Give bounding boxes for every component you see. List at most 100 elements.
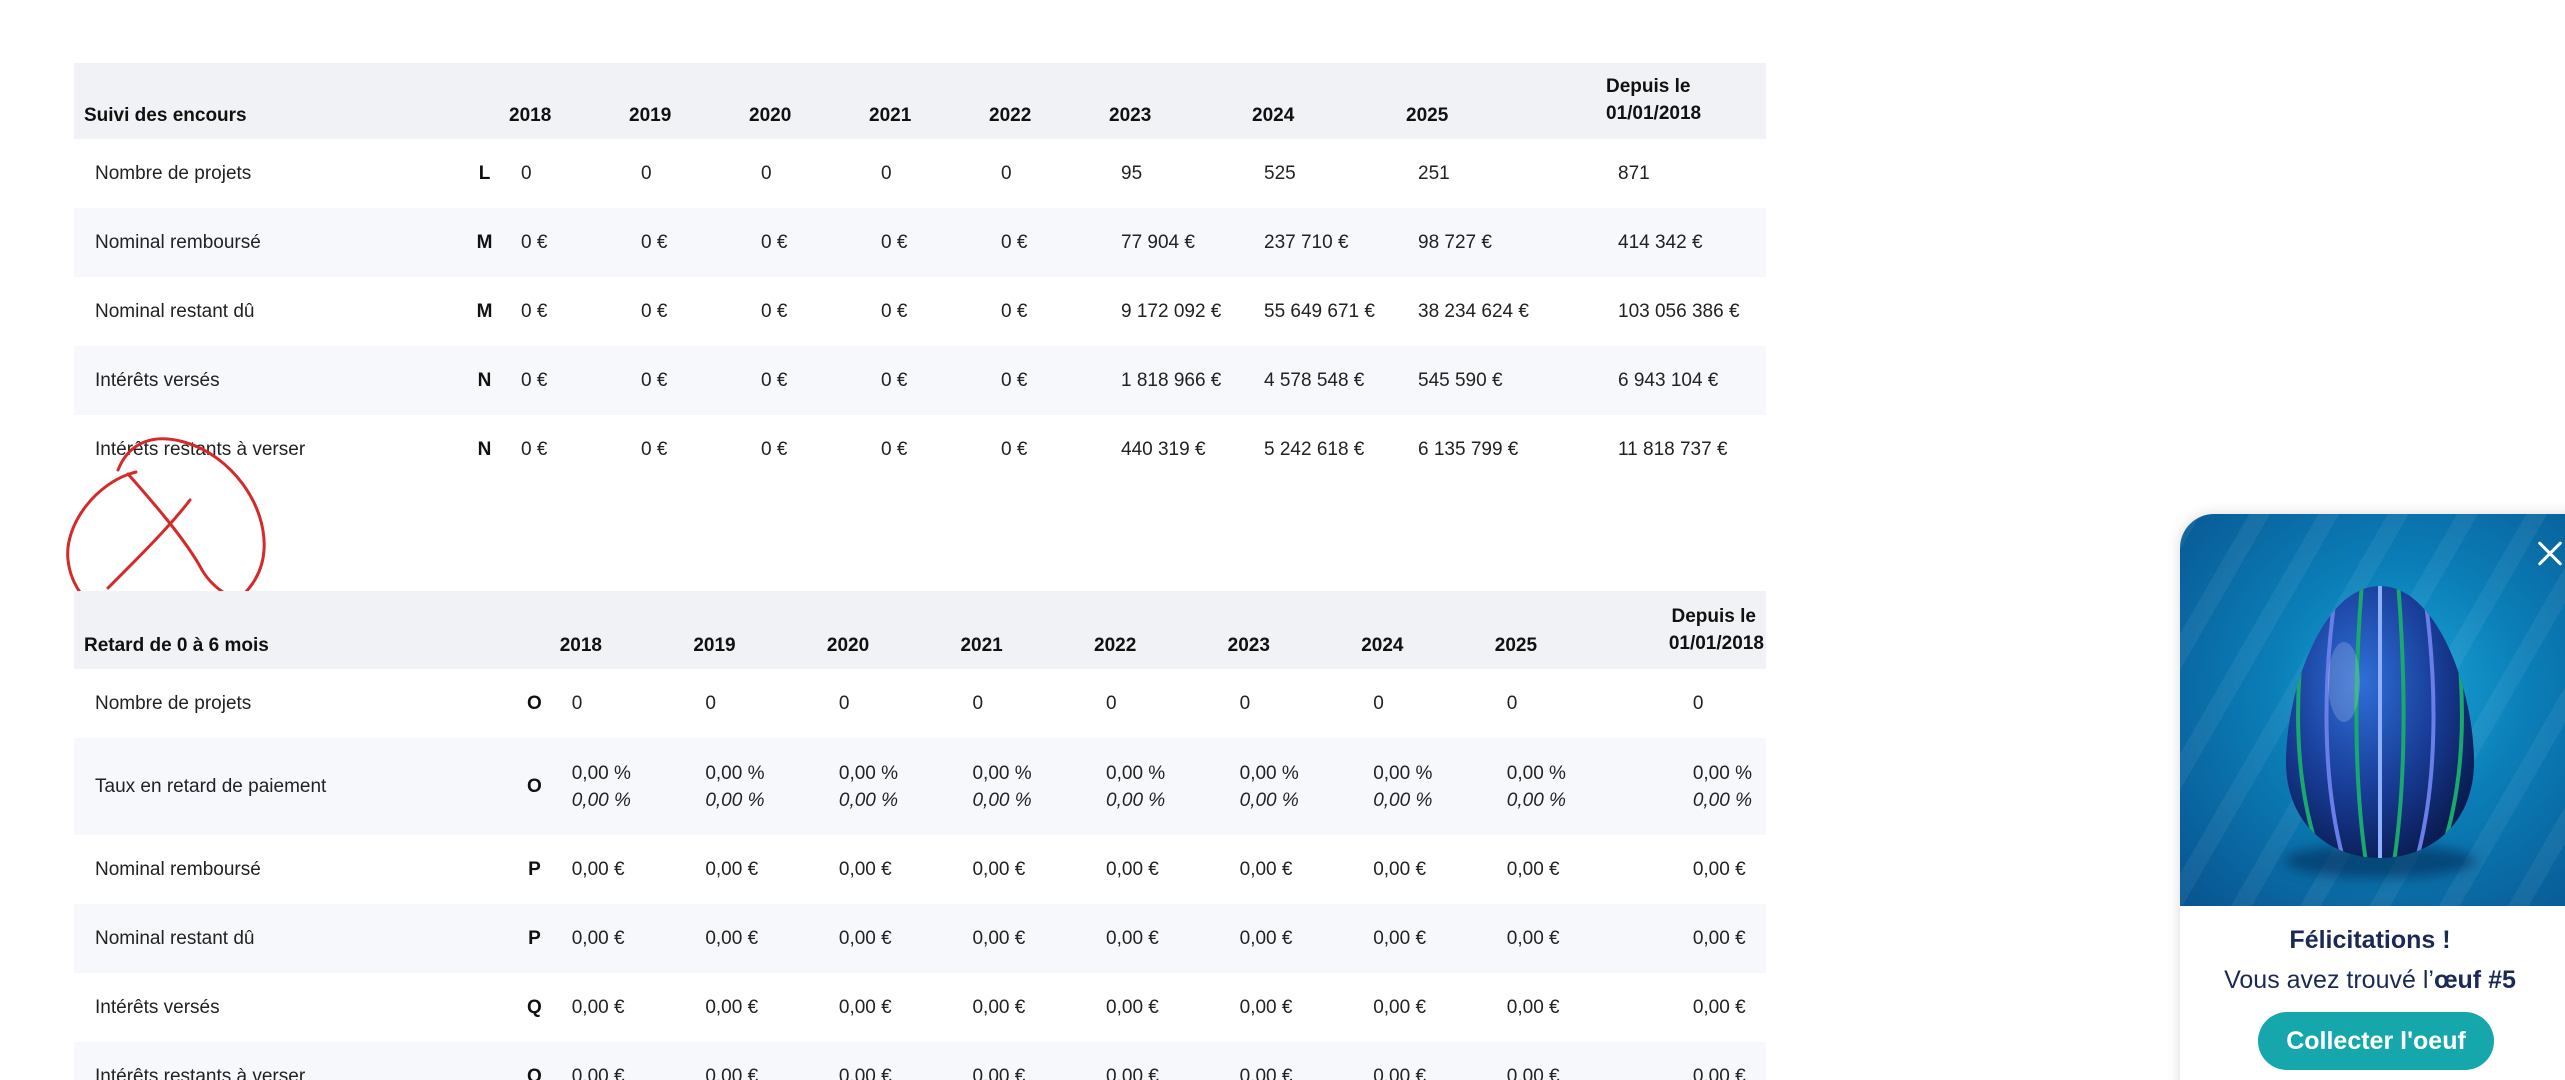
rate-value: 0,00 %	[1373, 762, 1433, 784]
row-label: Nominal remboursé	[95, 231, 261, 253]
since-label: Depuis le	[1606, 76, 1691, 97]
cell-value: 0	[705, 692, 716, 714]
cell-value: 0	[641, 162, 652, 184]
cell-value: 5 242 618 €	[1264, 438, 1365, 460]
table-row: Intérêts versés N 0 € 0 € 0 € 0 € 0 € 1 818 966…	[74, 346, 1766, 415]
table-row: Nominal restant dû M 0 € 0 € 0 € 0 € 0 € 9 172 …	[74, 277, 1766, 346]
year-header: 2024	[1361, 635, 1404, 656]
since-header: Depuis le 01/01/2018	[1606, 63, 1766, 139]
rate-value: 0,00 %	[1239, 762, 1299, 784]
cell-value: 0,00 €	[1692, 927, 1746, 949]
row-code: Q	[527, 1065, 542, 1080]
since-date: 01/01/2018	[1606, 103, 1702, 124]
row-code: P	[528, 858, 541, 880]
cell-value: 77 904 €	[1121, 231, 1195, 253]
cell-value: 0 €	[761, 231, 788, 253]
row-code: L	[478, 162, 491, 184]
cell-value: 0 €	[881, 369, 908, 391]
table-row: Taux en retard de paiement O 0,00 % 0,00 % 0…	[74, 738, 1766, 835]
cell-value: 0 €	[521, 369, 548, 391]
rate-value: 0,00 %	[571, 762, 631, 784]
table-title: Retard de 0 à 6 mois	[84, 635, 269, 656]
cell-value: 0 €	[761, 300, 788, 322]
cell-value: 11 818 737 €	[1618, 438, 1728, 460]
cell-value: 414 342 €	[1618, 231, 1703, 253]
cell-rate: 0,00 % 0,00 %	[1495, 738, 1669, 835]
cell-value: 0	[1001, 162, 1012, 184]
cell-value: 0 €	[641, 231, 668, 253]
cell-value: 237 710 €	[1264, 231, 1349, 253]
cell-value: 0,00 €	[1106, 1065, 1159, 1080]
table-row: Nominal remboursé P 0,00 € 0,00 € 0,00 € 0,00…	[74, 835, 1766, 904]
rate-value: 0,00 %	[1506, 762, 1566, 784]
rate-value-italic: 0,00 %	[1692, 789, 1752, 811]
cell-value: 0,00 €	[1239, 858, 1293, 880]
year-header: 2020	[826, 635, 870, 656]
cell-value: 525	[1264, 162, 1296, 184]
cell-value: 0,00 €	[705, 996, 759, 1018]
cell-value: 0 €	[641, 438, 668, 460]
cell-value: 0,00 €	[972, 927, 1026, 949]
rate-value-italic: 0,00 %	[705, 789, 765, 811]
cell-value: 0 €	[881, 231, 908, 253]
row-code: N	[477, 438, 492, 460]
row-label: Nominal restant dû	[95, 300, 255, 322]
table-row: Intérêts restants à verser N 0 € 0 € 0 € 0 € 0…	[74, 415, 1766, 484]
cell-value: 0	[761, 162, 772, 184]
row-code: O	[527, 775, 542, 797]
row-label: Nominal restant dû	[95, 927, 255, 949]
cell-value: 0,00 €	[1692, 996, 1746, 1018]
cell-value: 98 727 €	[1418, 231, 1492, 253]
cell-value: 55 649 671 €	[1264, 300, 1375, 322]
cell-value: 9 172 092 €	[1121, 300, 1222, 322]
cell-value: 0 €	[521, 438, 548, 460]
cell-value: 6 943 104 €	[1618, 369, 1719, 391]
cell-value: 0,00 €	[705, 858, 759, 880]
popup-banner	[2180, 514, 2565, 906]
cell-value: 0	[1373, 692, 1384, 714]
cell-value: 0,00 €	[705, 927, 759, 949]
table-row: Nombre de projets O 0 0 0 0 0 0 0 0 0	[74, 669, 1766, 738]
cell-value: 0 €	[521, 300, 548, 322]
row-label: Nominal remboursé	[95, 858, 261, 880]
cell-rate: 0,00 % 0,00 %	[1094, 738, 1228, 835]
cell-value: 0 €	[1001, 438, 1028, 460]
cell-value: 0,00 €	[1373, 1065, 1427, 1080]
collect-egg-button[interactable]: Collecter l'oeuf	[2258, 1012, 2494, 1070]
popup-subtitle-egg: œuf #5	[2433, 966, 2516, 994]
cell-value: 0 €	[881, 438, 908, 460]
rate-value: 0,00 %	[1106, 762, 1166, 784]
cell-rate: 0,00 % 0,00 %	[1228, 738, 1362, 835]
cell-value: 0 €	[1001, 369, 1028, 391]
cell-value: 0	[521, 162, 532, 184]
row-label: Taux en retard de paiement	[95, 775, 327, 797]
popup-title: Félicitations !	[2289, 926, 2451, 954]
cell-value: 0 €	[1001, 231, 1028, 253]
easter-egg-icon	[2286, 586, 2474, 858]
cell-value: 440 319 €	[1121, 438, 1206, 460]
cell-rate: 0,00 % 0,00 %	[827, 738, 961, 835]
table-row: Nominal restant dû P 0,00 € 0,00 € 0,00 € 0,0…	[74, 904, 1766, 973]
row-label: Intérêts versés	[95, 996, 220, 1018]
year-header: 2023	[1227, 635, 1270, 656]
close-icon[interactable]	[2530, 534, 2565, 574]
cell-value: 95	[1121, 162, 1143, 184]
cell-value: 0,00 €	[972, 858, 1026, 880]
row-label: Nombre de projets	[95, 692, 252, 714]
cell-value: 0,00 €	[972, 1065, 1026, 1080]
cell-value: 4 578 548 €	[1264, 369, 1365, 391]
popup-subtitle: Vous avez trouvé l’œuf #5	[2180, 966, 2560, 995]
year-header: 2022	[1094, 635, 1137, 656]
late-0-6-months-table: Retard de 0 à 6 mois 2018 2019 2020 2021…	[74, 591, 1766, 1080]
row-code: M	[476, 300, 493, 322]
outstanding-tracking-table: Suivi des encours 2018 2019 2020 2021 20…	[74, 63, 1766, 484]
code-header	[509, 591, 560, 669]
cell-value: 0,00 €	[1506, 927, 1560, 949]
table-header-row: Retard de 0 à 6 mois 2018 2019 2020 2021…	[74, 591, 1766, 669]
cell-value: 0,00 €	[1373, 996, 1427, 1018]
cell-value: 0,00 €	[571, 927, 625, 949]
cell-value: 251	[1418, 162, 1450, 184]
cell-value: 871	[1618, 162, 1650, 184]
cell-value: 0	[1106, 692, 1117, 714]
cell-value: 0,00 €	[1506, 1065, 1560, 1080]
